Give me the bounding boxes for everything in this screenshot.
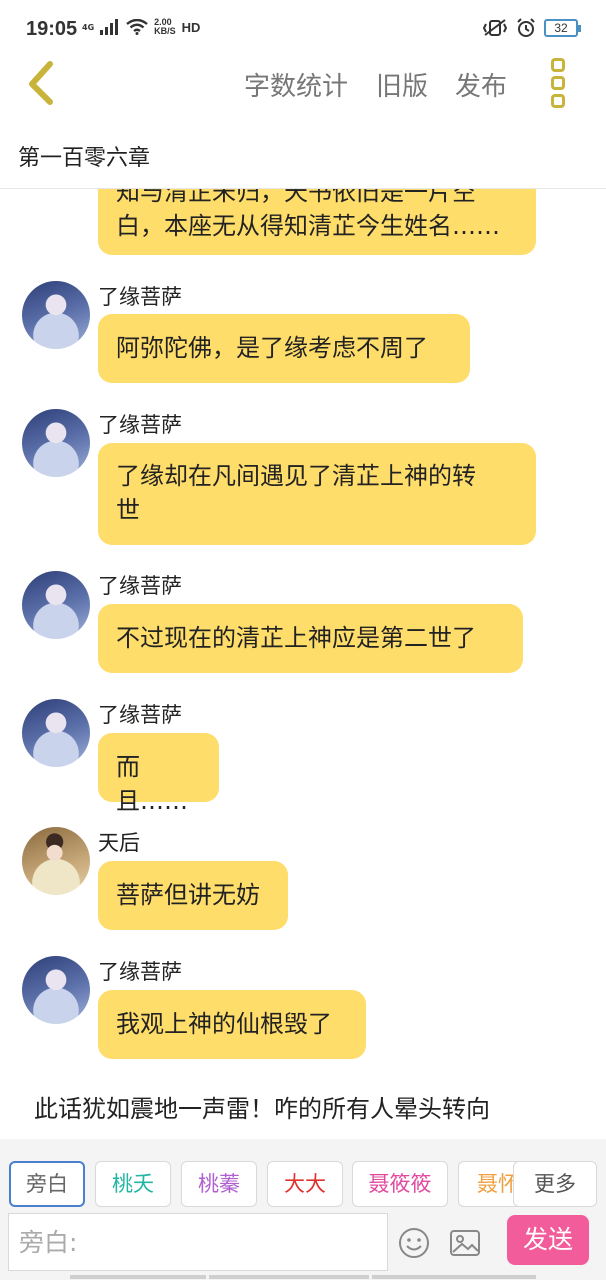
signal-icon — [100, 19, 119, 35]
speed-unit: KB/S — [154, 26, 176, 36]
character-chip-taozhen[interactable]: 桃蓁 — [181, 1161, 257, 1207]
sender-name: 天后 — [98, 831, 140, 855]
character-chip-niexiaoxiao[interactable]: 聂筱筱 — [352, 1161, 448, 1207]
message-input-box[interactable] — [8, 1213, 388, 1271]
publish-button[interactable]: 发布 — [455, 66, 507, 103]
message-bubble[interactable]: 了缘却在凡间遇见了清芷上神的转 世 — [98, 443, 536, 545]
character-chip-dada[interactable]: 大大 — [267, 1161, 343, 1207]
message-bubble[interactable]: 菩萨但讲无妨 — [98, 861, 288, 930]
nav-bar-segment — [209, 1275, 369, 1279]
chat-area[interactable]: 知与清芷未归，天书依旧是一片空 白，本座无从得知清芷今生姓名…… 了缘菩萨 阿弥… — [0, 189, 606, 1139]
hd-badge: HD — [181, 19, 201, 35]
avatar[interactable] — [22, 571, 90, 639]
status-time: 19:05 — [26, 18, 78, 40]
composer-panel: 旁白 桃夭 桃蓁 大大 聂筱筱 聂怀 更多 发送 — [0, 1139, 606, 1280]
sender-name: 了缘菩萨 — [98, 285, 182, 309]
old-version-button[interactable]: 旧版 — [376, 66, 428, 103]
more-characters-button[interactable]: 更多 — [513, 1161, 597, 1207]
message-input[interactable] — [9, 1214, 387, 1270]
character-chip-narration[interactable]: 旁白 — [9, 1161, 85, 1207]
sender-name: 了缘菩萨 — [98, 703, 182, 727]
message-line: 菩萨但讲无妨 — [116, 881, 260, 909]
more-dot-icon — [551, 76, 565, 90]
wifi-icon — [126, 19, 148, 35]
word-count-button[interactable]: 字数统计 — [244, 66, 348, 103]
sender-name: 了缘菩萨 — [98, 413, 182, 437]
network-speed: 2.00 KB/S — [154, 18, 176, 36]
status-icons-right: 32 — [482, 18, 581, 38]
message-line: 而且…… — [116, 753, 188, 815]
smiley-icon — [399, 1228, 429, 1258]
top-nav: 字数统计 旧版 发布 — [0, 52, 606, 114]
narration-text[interactable]: 此话犹如震地一声雷！咋的所有人晕头转向 — [34, 1089, 490, 1124]
alarm-icon — [517, 18, 535, 37]
message-bubble[interactable]: 知与清芷未归，天书依旧是一片空 白，本座无从得知清芷今生姓名…… — [98, 189, 536, 255]
nav-bar-segment — [372, 1275, 536, 1279]
avatar[interactable] — [22, 409, 90, 477]
sender-name: 了缘菩萨 — [98, 960, 182, 984]
message-bubble[interactable]: 我观上神的仙根毁了 — [98, 990, 366, 1059]
message-line: 世 — [116, 496, 140, 524]
status-icons-left: 4G 2.00 KB/S HD — [82, 18, 200, 36]
message-line: 了缘却在凡间遇见了清芷上神的转 — [116, 462, 476, 490]
character-chip-taoyao[interactable]: 桃夭 — [95, 1161, 171, 1207]
image-button[interactable] — [449, 1229, 481, 1257]
nav-bar-segment — [70, 1275, 206, 1279]
avatar[interactable] — [22, 281, 90, 349]
network-type: 4G — [82, 22, 95, 32]
image-icon — [450, 1230, 480, 1256]
message-line: 知与清芷未归，天书依旧是一片空 — [116, 189, 476, 206]
more-dot-icon — [551, 58, 565, 72]
chapter-title[interactable]: 第一百零六章 — [18, 140, 150, 172]
message-line: 阿弥陀佛，是了缘考虑不周了 — [116, 334, 428, 362]
emoji-button[interactable] — [398, 1227, 430, 1259]
message-line: 不过现在的清芷上神应是第二世了 — [116, 624, 476, 652]
sender-name: 了缘菩萨 — [98, 574, 182, 598]
battery-icon: 32 — [544, 19, 581, 37]
more-dot-icon — [551, 94, 565, 108]
message-bubble[interactable]: 而且…… — [98, 733, 219, 815]
send-button[interactable]: 发送 — [507, 1215, 589, 1265]
more-menu-button[interactable] — [548, 58, 568, 108]
chevron-left-icon — [29, 61, 53, 105]
message-line: 白，本座无从得知清芷今生姓名…… — [116, 212, 500, 240]
message-bubble[interactable]: 不过现在的清芷上神应是第二世了 — [98, 604, 523, 673]
avatar[interactable] — [22, 956, 90, 1024]
back-button[interactable] — [22, 58, 62, 106]
message-line: 我观上神的仙根毁了 — [116, 1010, 332, 1038]
battery-level: 32 — [554, 21, 568, 35]
vibrate-icon — [482, 19, 508, 36]
avatar[interactable] — [22, 827, 90, 895]
message-bubble[interactable]: 阿弥陀佛，是了缘考虑不周了 — [98, 314, 470, 383]
avatar[interactable] — [22, 699, 90, 767]
